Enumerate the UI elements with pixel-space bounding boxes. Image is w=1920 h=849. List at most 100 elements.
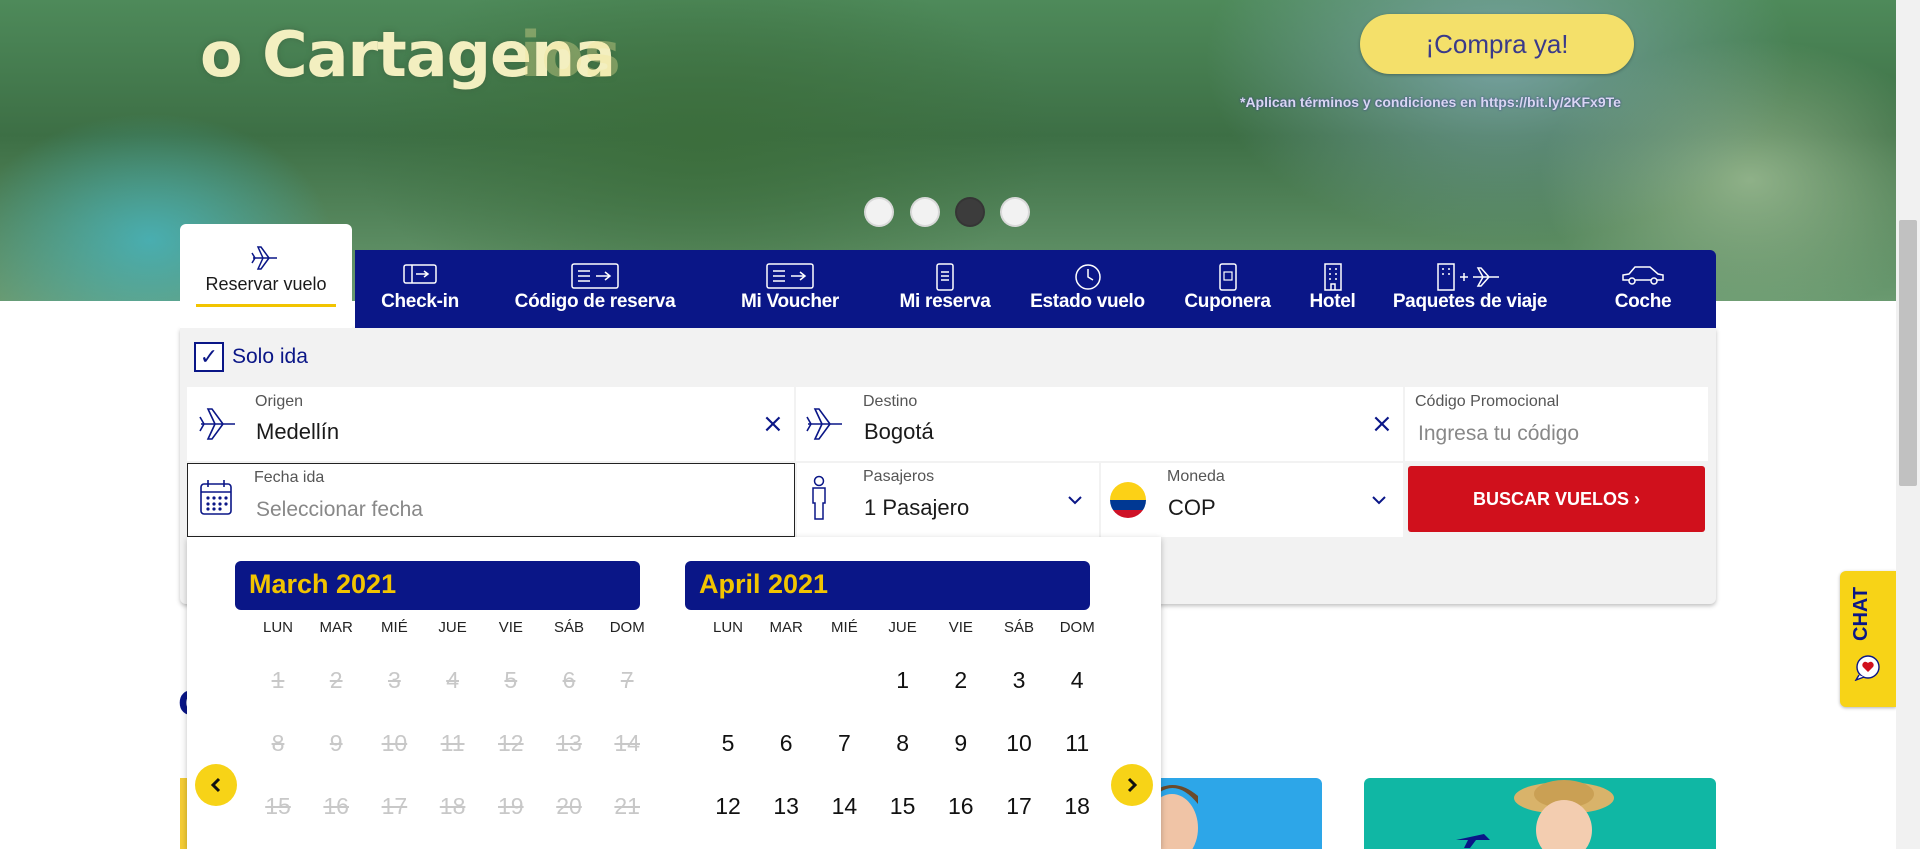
calendar-day[interactable]: 5 (699, 730, 757, 757)
weekday-label: DOM (1059, 619, 1095, 636)
clear-origen-icon[interactable]: × (762, 409, 784, 439)
clear-destino-icon[interactable]: × (1371, 409, 1393, 439)
calendar-day[interactable]: 12 (699, 793, 757, 820)
calendar-day-disabled: 1 (271, 667, 285, 693)
buscar-vuelos-button[interactable]: BUSCAR VUELOS › (1408, 466, 1705, 532)
calendar-day-disabled: 12 (498, 730, 524, 756)
tab-label: Reservar vuelo (205, 274, 327, 294)
carousel-dot-1[interactable] (864, 197, 894, 227)
moneda-label: Moneda (1167, 468, 1225, 485)
month-header: March 2021 (235, 561, 640, 610)
calendar-day-disabled: 14 (614, 730, 640, 756)
calendar-day[interactable]: 18 (1048, 793, 1106, 820)
plane-icon (1456, 834, 1490, 848)
tab-mi-voucher[interactable]: Mi Voucher (705, 250, 875, 328)
destino-label: Destino (863, 393, 918, 410)
promo-label: Código Promocional (1415, 393, 1560, 410)
calendar-day[interactable]: 4 (1048, 667, 1106, 694)
calendar-icon (200, 480, 232, 515)
carousel-dot-3[interactable] (955, 197, 985, 227)
destino-field[interactable]: Destino Bogotá × (796, 387, 1403, 461)
calendar-day[interactable]: 11 (1048, 730, 1106, 757)
calendar-day[interactable]: 13 (757, 793, 815, 820)
calendar-day-disabled: 7 (620, 667, 634, 693)
carousel-dot-2[interactable] (910, 197, 940, 227)
fecha-label: Fecha ida (254, 469, 325, 486)
moneda-select[interactable]: Moneda COP (1101, 463, 1403, 537)
tab-paquetes-viaje[interactable]: Paquetes de viaje (1370, 250, 1570, 328)
destino-value: Bogotá (864, 419, 934, 444)
tab-coche[interactable]: Coche (1570, 250, 1716, 328)
weekday-label: MIÉ (831, 619, 858, 636)
weekday-label: LUN (262, 619, 293, 636)
coupon-phone-icon (1218, 263, 1237, 291)
calendar-day[interactable]: 6 (757, 730, 815, 757)
weekday-label: JUE (888, 619, 917, 636)
tab-reservar-vuelo[interactable]: Reservar vuelo (180, 224, 352, 328)
weekday-label: MAR (319, 619, 353, 636)
tab-hotel[interactable]: Hotel (1295, 250, 1370, 328)
calendar-day[interactable]: 1 (874, 667, 932, 694)
tab-cuponera[interactable]: Cuponera (1160, 250, 1295, 328)
calendar-day[interactable]: 14 (815, 793, 873, 820)
chat-button[interactable]: CHAT (1840, 571, 1896, 707)
plane-icon (199, 408, 235, 440)
promo-placeholder: Ingresa tu código (1418, 422, 1580, 445)
carousel-dot-4[interactable] (1000, 197, 1030, 227)
calendar-day[interactable]: 3 (990, 667, 1048, 694)
calendar-day[interactable]: 17 (990, 793, 1048, 820)
chat-bubble-heart-icon (1854, 655, 1880, 681)
calendar-day[interactable]: 7 (815, 730, 873, 757)
weekday-label: MAR (769, 619, 803, 636)
promo-code-field[interactable]: Código Promocional Ingresa tu código (1405, 387, 1708, 461)
calendar-day-disabled: 5 (504, 667, 518, 693)
hotel-icon (1323, 263, 1342, 291)
scrollbar-thumb[interactable] (1899, 220, 1917, 486)
calendar-day[interactable]: 8 (874, 730, 932, 757)
calendar-day[interactable]: 9 (932, 730, 990, 757)
tab-label: Código de reserva (514, 291, 676, 312)
tab-check-in[interactable]: Check-in (355, 250, 485, 328)
calendar-day-disabled: 9 (329, 730, 343, 756)
tab-estado-vuelo[interactable]: Estado vuelo (1015, 250, 1160, 328)
chevron-right-icon (1127, 777, 1138, 793)
tab-label: Mi reserva (899, 291, 991, 312)
solo-ida-checkbox[interactable]: ✓ (194, 342, 224, 372)
promo-card[interactable] (1140, 778, 1322, 849)
calendar-day-disabled: 17 (381, 793, 408, 819)
plane-icon (806, 408, 842, 440)
calendar-day-disabled: 15 (265, 793, 291, 819)
fecha-placeholder: Seleccionar fecha (256, 498, 423, 521)
clock-icon (1074, 264, 1101, 290)
tab-label: Estado vuelo (1030, 291, 1145, 312)
calendar-day-disabled: 11 (440, 730, 465, 756)
weekday-label: VIE (498, 619, 523, 636)
tab-bar: Check-in Código de reserva Mi Voucher Mi… (355, 250, 1716, 328)
origen-value: Medellín (256, 419, 340, 444)
next-month-button[interactable] (1111, 764, 1153, 806)
tab-codigo-reserva[interactable]: Código de reserva (485, 250, 705, 328)
calendar-day[interactable]: 15 (874, 793, 932, 820)
pasajeros-select[interactable]: Pasajeros 1 Pasajero (797, 463, 1099, 537)
weekday-label: SÁB (553, 619, 584, 636)
calendar-day-disabled: 6 (562, 667, 576, 693)
tab-mi-reserva[interactable]: Mi reserva (875, 250, 1015, 328)
car-icon (1622, 266, 1664, 285)
fecha-ida-field[interactable]: Fecha ida Seleccionar fecha (187, 463, 795, 537)
calendar-day-disabled: 21 (614, 793, 640, 819)
origen-field[interactable]: Origen Medellín × (187, 387, 794, 461)
prev-month-button[interactable] (195, 764, 237, 806)
calendar-day-disabled: 4 (446, 667, 459, 693)
mobile-booking-icon (936, 263, 954, 291)
compra-ya-button[interactable]: ¡Compra ya! (1360, 14, 1634, 74)
pasajeros-label: Pasajeros (863, 468, 935, 485)
weekday-label: VIE (948, 619, 973, 636)
weekday-label: MIÉ (381, 619, 408, 636)
month-header: April 2021 (685, 561, 1090, 610)
calendar-day[interactable]: 16 (932, 793, 990, 820)
promo-card[interactable] (1364, 778, 1716, 849)
calendar-day[interactable]: 2 (932, 667, 990, 694)
tab-label: Hotel (1309, 291, 1356, 312)
calendar-day[interactable]: 10 (990, 730, 1048, 757)
calendar-day-disabled: 3 (387, 667, 401, 693)
